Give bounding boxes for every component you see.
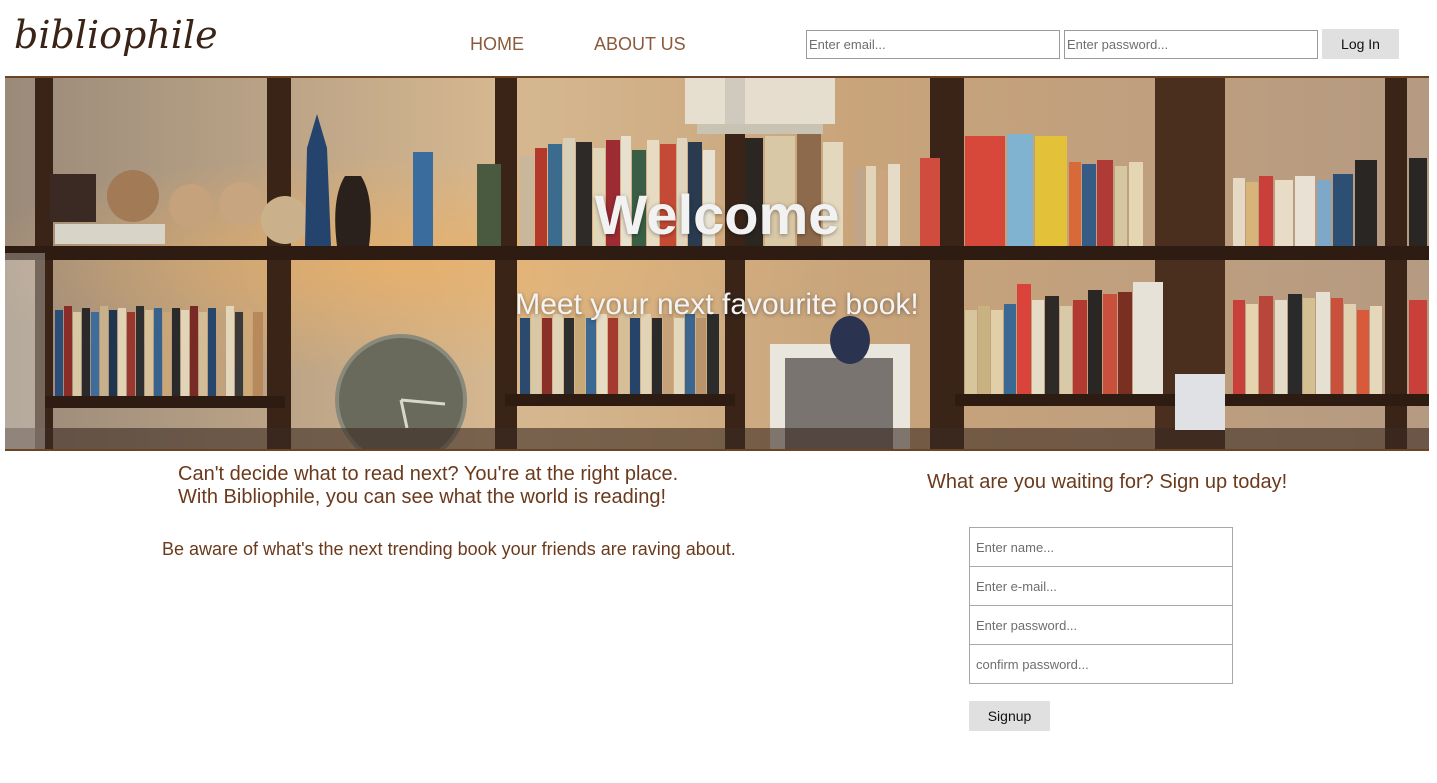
intro-line-2: With Bibliophile, you can see what the w…: [178, 486, 667, 508]
hero-banner: Welcome Meet your next favourite book!: [5, 76, 1429, 451]
signup-email-input[interactable]: [969, 566, 1233, 606]
site-logo[interactable]: bibliophile: [14, 16, 218, 54]
login-email-input[interactable]: [806, 30, 1060, 59]
bookshelf-background-image: [5, 78, 1429, 449]
hero-subtitle: Meet your next favourite book!: [515, 288, 919, 321]
login-button[interactable]: Log In: [1322, 29, 1399, 59]
nav-home-link[interactable]: HOME: [470, 34, 524, 55]
signup-heading: What are you waiting for? Sign up today!: [927, 471, 1288, 493]
hero-title: Welcome: [594, 183, 840, 246]
trending-text: Be aware of what's the next trending boo…: [162, 539, 736, 559]
signup-confirm-password-input[interactable]: [969, 644, 1233, 684]
signup-button[interactable]: Signup: [969, 701, 1050, 731]
signup-name-input[interactable]: [969, 527, 1233, 567]
intro-text: Can't decide what to read next? You're a…: [178, 463, 678, 509]
signup-password-input[interactable]: [969, 605, 1233, 645]
intro-line-1: Can't decide what to read next? You're a…: [178, 463, 679, 485]
login-password-input[interactable]: [1064, 30, 1318, 59]
nav-about-link[interactable]: ABOUT US: [594, 34, 686, 55]
